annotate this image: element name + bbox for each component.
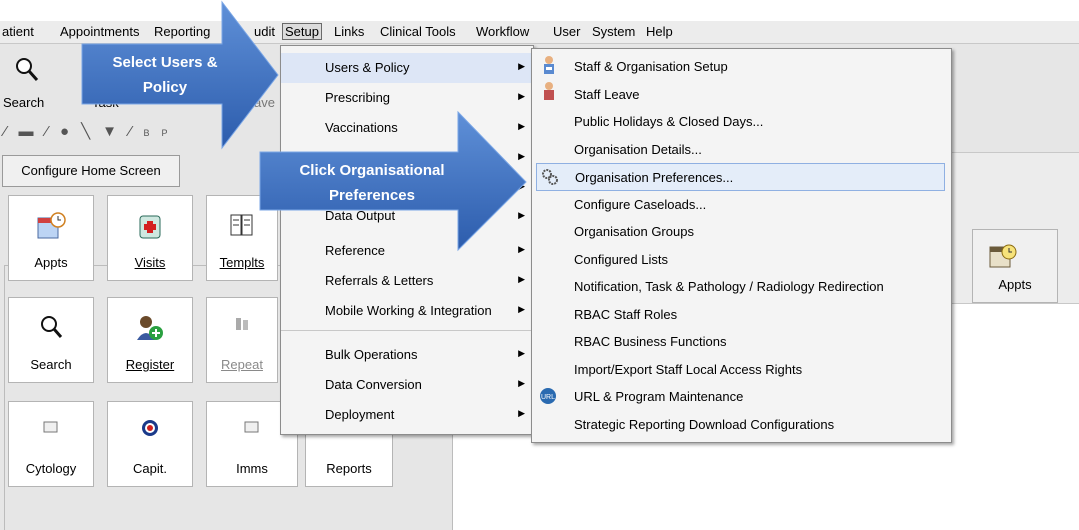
users-policy-submenu: Staff & Organisation Setup Staff Leave P… — [531, 48, 952, 443]
syringe-icon[interactable]: ⁄ — [4, 123, 19, 140]
menu-item-data-conversion[interactable]: Data Conversion ▶ — [281, 370, 533, 400]
tile-cytology[interactable]: Cytology — [8, 401, 94, 487]
brain-icon[interactable]: ● — [60, 123, 81, 140]
tile-label: Visits — [134, 255, 166, 270]
menu-item-label: Data Conversion — [325, 377, 422, 392]
calendar-clock-icon — [37, 212, 66, 239]
magnifier-icon — [41, 316, 63, 338]
submenu-item-label: Staff & Organisation Setup — [574, 59, 728, 74]
submenu-item-configure-caseloads[interactable]: Configure Caseloads... — [532, 191, 951, 219]
menu-item-label: Deployment — [325, 407, 395, 422]
menu-item-label: Prescribing — [325, 90, 391, 105]
menu-help[interactable]: Help — [646, 24, 673, 39]
submenu-arrow-icon: ▶ — [518, 348, 525, 358]
tile-repeat: Repeat — [206, 297, 278, 383]
submenu-item-label: Organisation Details... — [574, 141, 702, 157]
search-toolbar-label[interactable]: Search — [3, 95, 44, 110]
appts-label-right: Appts — [998, 277, 1032, 292]
submenu-item-import-export-rights[interactable]: Import/Export Staff Local Access Rights — [532, 356, 951, 384]
callout-click-org: Click Organisational Preferences — [299, 162, 445, 204]
tile-capit[interactable]: Capit. — [107, 401, 193, 487]
submenu-item-label: Configured Lists — [574, 251, 668, 267]
submenu-item-label: Strategic Reporting Download Configurati… — [574, 416, 835, 432]
appts-tile-right[interactable]: Appts — [972, 229, 1058, 303]
submenu-item-label: URL & Program Maintenance — [574, 389, 744, 404]
submenu-arrow-icon: ▶ — [518, 274, 525, 284]
tile-label: Search — [30, 357, 72, 372]
menu-workflow[interactable]: Workflow — [476, 24, 529, 39]
submenu-item-label: Organisation Preferences... — [575, 170, 734, 185]
submenu-item-rbac-business-functions[interactable]: RBAC Business Functions — [532, 328, 951, 356]
folder-icon — [43, 421, 58, 433]
tile-appts[interactable]: Appts — [8, 195, 94, 281]
staff-icon — [544, 56, 554, 74]
submenu-item-organisation-details[interactable]: Organisation Details... — [532, 136, 951, 164]
submenu-item-organisation-preferences[interactable]: Organisation Preferences... — [536, 163, 945, 191]
callout-select-users: Select Users & Policy — [112, 54, 218, 96]
tile-label: Templts — [219, 255, 265, 270]
book-icon — [230, 214, 253, 236]
menu-item-label: Bulk Operations — [325, 347, 418, 362]
menu-item-deployment[interactable]: Deployment ▶ — [281, 400, 533, 430]
submenu-arrow-icon: ▶ — [518, 91, 525, 101]
folder-icon[interactable]: ▬ — [19, 123, 46, 140]
menu-item-label: Referrals & Letters — [325, 273, 434, 288]
calendar-clock-icon — [989, 244, 1017, 268]
tile-label: Imms — [236, 461, 268, 476]
tile-visits[interactable]: Visits — [107, 195, 193, 281]
submenu-item-configured-lists[interactable]: Configured Lists — [532, 246, 951, 274]
submenu-item-label: Organisation Groups — [574, 224, 694, 239]
submenu-arrow-icon: ▶ — [518, 61, 525, 71]
dropper-icon[interactable]: ⁄ — [46, 123, 61, 140]
svg-text:URL: URL — [541, 394, 555, 401]
submenu-item-label: Import/Export Staff Local Access Rights — [574, 361, 803, 377]
submenu-arrow-icon: ▶ — [518, 304, 525, 314]
first-aid-icon — [139, 215, 161, 239]
menu-links[interactable]: Links — [334, 24, 364, 39]
menu-item-label: Users & Policy — [325, 60, 410, 75]
menu-item-referrals-letters[interactable]: Referrals & Letters ▶ — [281, 266, 533, 296]
staff-leave-icon — [544, 81, 554, 100]
menu-patient[interactable]: atient — [2, 24, 34, 39]
magnifier-icon[interactable] — [14, 56, 40, 84]
tile-label: Repeat — [221, 357, 263, 372]
submenu-item-label: Notification, Task & Pathology / Radiolo… — [574, 279, 884, 294]
submenu-arrow-icon: ▶ — [518, 408, 525, 418]
submenu-item-rbac-staff-roles[interactable]: RBAC Staff Roles — [532, 301, 951, 329]
menu-item-label: Mobile Working & Integration — [325, 303, 492, 318]
tile-search[interactable]: Search — [8, 297, 94, 383]
url-icon: URL — [540, 388, 556, 404]
tile-label: Register — [125, 357, 175, 372]
menu-clinical-tools[interactable]: Clinical Tools — [380, 24, 456, 39]
submenu-item-staff-leave[interactable]: Staff Leave — [532, 81, 951, 109]
submenu-item-label: Public Holidays & Closed Days... — [574, 114, 764, 129]
menu-separator — [281, 330, 533, 331]
menu-system[interactable]: System — [592, 24, 635, 39]
menu-item-mobile-working[interactable]: Mobile Working & Integration ▶ — [281, 296, 533, 326]
tile-label: Appts — [34, 255, 68, 270]
submenu-item-notification-redirection[interactable]: Notification, Task & Pathology / Radiolo… — [532, 273, 951, 301]
menu-item-bulk-operations[interactable]: Bulk Operations ▶ — [281, 340, 533, 370]
submenu-item-staff-org-setup[interactable]: Staff & Organisation Setup — [532, 53, 951, 81]
folder-icon — [244, 421, 259, 433]
menu-user[interactable]: User — [553, 24, 580, 39]
submenu-arrow-icon: ▶ — [518, 378, 525, 388]
submenu-item-public-holidays[interactable]: Public Holidays & Closed Days... — [532, 108, 951, 136]
add-person-icon — [137, 316, 163, 340]
configure-home-screen-button[interactable]: Configure Home Screen — [2, 155, 180, 187]
submenu-item-strategic-reporting[interactable]: Strategic Reporting Download Configurati… — [532, 411, 951, 439]
pills-icon — [236, 318, 248, 330]
submenu-item-url-program-maintenance[interactable]: URL URL & Program Maintenance — [532, 383, 951, 411]
tile-label: Reports — [326, 461, 372, 476]
tile-register[interactable]: Register — [107, 297, 193, 383]
target-icon — [142, 420, 158, 436]
submenu-item-label: Configure Caseloads... — [574, 196, 707, 212]
tile-label: Cytology — [25, 461, 77, 476]
tile-label: Capit. — [133, 461, 167, 476]
submenu-item-label: RBAC Business Functions — [574, 334, 727, 349]
submenu-item-label: RBAC Staff Roles — [574, 306, 678, 322]
submenu-item-organisation-groups[interactable]: Organisation Groups — [532, 218, 951, 246]
submenu-item-label: Staff Leave — [574, 86, 640, 102]
